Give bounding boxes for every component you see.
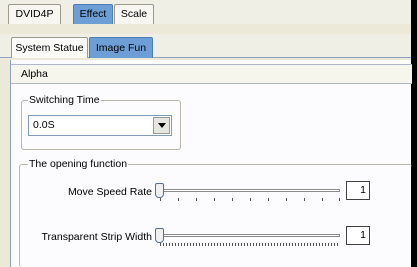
move-speed-rate-value[interactable]: 1 bbox=[346, 181, 370, 200]
image-fun-panel: Alpha Switching Time 0.0S The opening fu… bbox=[10, 60, 412, 267]
alpha-title: Alpha bbox=[21, 68, 48, 80]
main-tab-strip: DVID4P Effect Scale bbox=[0, 0, 411, 24]
switching-time-select[interactable]: 0.0S bbox=[28, 115, 172, 136]
opening-function-legend: The opening function bbox=[28, 158, 129, 170]
tab-effect[interactable]: Effect bbox=[73, 4, 113, 24]
transparent-strip-width-track bbox=[158, 234, 340, 237]
move-speed-rate-label: Move Speed Rate bbox=[67, 186, 152, 198]
move-speed-rate-ticks bbox=[160, 198, 340, 201]
tab-image-fun[interactable]: Image Fun bbox=[89, 37, 153, 58]
tab-dvid4p[interactable]: DVID4P bbox=[8, 4, 61, 24]
transparent-strip-width-ticks bbox=[160, 243, 340, 246]
transparent-strip-width-slider-thumb[interactable] bbox=[155, 228, 164, 243]
move-speed-rate-slider-thumb[interactable] bbox=[155, 183, 164, 198]
tab-scale[interactable]: Scale bbox=[114, 4, 154, 24]
dropdown-button[interactable] bbox=[153, 117, 170, 134]
app-window: DVID4P Effect Scale System Statue Image … bbox=[0, 0, 412, 267]
switching-time-legend: Switching Time bbox=[28, 94, 101, 106]
alpha-header: Alpha bbox=[11, 64, 412, 84]
transparent-strip-width-value[interactable]: 1 bbox=[346, 226, 370, 245]
switching-time-value: 0.0S bbox=[33, 119, 55, 131]
tab-system-statue[interactable]: System Statue bbox=[11, 37, 88, 58]
opening-function-group: The opening function Move Speed Rate 1 T… bbox=[19, 158, 412, 267]
switching-time-group: Switching Time 0.0S bbox=[21, 94, 181, 150]
chevron-down-icon bbox=[157, 123, 166, 128]
sub-tab-strip: System Statue Image Fun bbox=[0, 34, 411, 58]
transparent-strip-width-label: Transparent Strip Width bbox=[41, 231, 153, 243]
move-speed-rate-track bbox=[158, 189, 340, 192]
